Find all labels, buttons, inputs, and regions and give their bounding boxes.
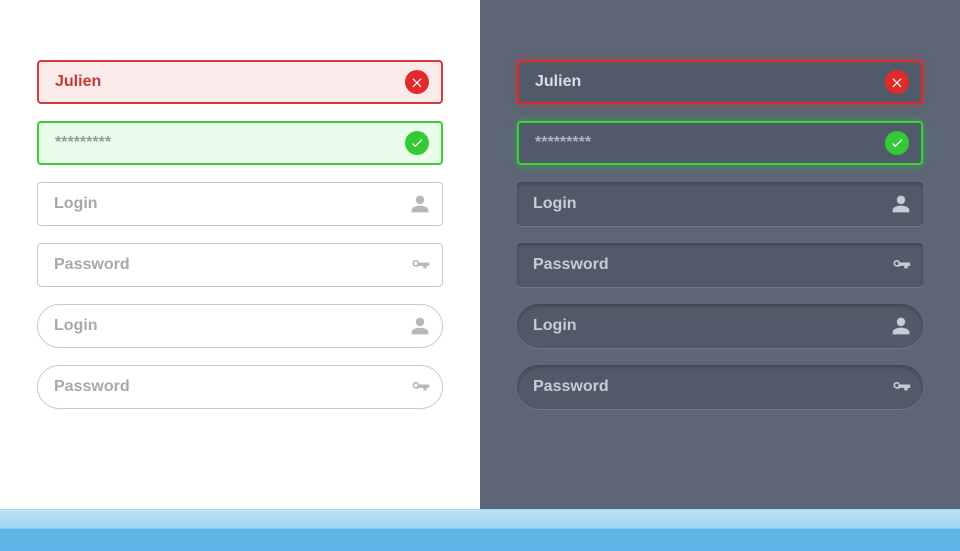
login-field-round[interactable] <box>37 304 443 348</box>
password-input-round[interactable] <box>533 378 907 396</box>
password-field-rect[interactable] <box>517 243 923 287</box>
user-icon <box>410 316 430 336</box>
login-input-round[interactable] <box>533 317 907 335</box>
username-input-error[interactable] <box>535 73 905 91</box>
success-icon <box>885 131 909 155</box>
key-icon <box>891 377 911 397</box>
username-input-error[interactable] <box>55 73 425 91</box>
user-icon <box>891 316 911 336</box>
login-input-round[interactable] <box>54 317 426 335</box>
login-field-round[interactable] <box>517 304 923 348</box>
password-input-rect[interactable] <box>54 256 426 274</box>
error-icon <box>885 70 909 94</box>
success-icon <box>405 131 429 155</box>
password-field-round[interactable] <box>517 365 923 409</box>
username-field-error[interactable] <box>37 60 443 104</box>
key-icon <box>891 255 911 275</box>
login-field-rect[interactable] <box>37 182 443 226</box>
username-field-error[interactable] <box>517 60 923 104</box>
key-icon <box>410 377 430 397</box>
password-field-rect[interactable] <box>37 243 443 287</box>
password-input-rect[interactable] <box>533 256 907 274</box>
error-icon <box>405 70 429 94</box>
password-input-success[interactable] <box>535 134 905 152</box>
light-panel <box>0 0 480 509</box>
password-input-success[interactable] <box>55 134 425 152</box>
login-input-rect[interactable] <box>54 195 426 213</box>
user-icon <box>410 194 430 214</box>
login-input-rect[interactable] <box>533 195 907 213</box>
footer-bar <box>0 509 960 551</box>
password-field-success[interactable] <box>517 121 923 165</box>
login-field-rect[interactable] <box>517 182 923 226</box>
user-icon <box>891 194 911 214</box>
password-field-round[interactable] <box>37 365 443 409</box>
password-field-success[interactable] <box>37 121 443 165</box>
password-input-round[interactable] <box>54 378 426 396</box>
key-icon <box>410 255 430 275</box>
dark-panel <box>480 0 960 509</box>
